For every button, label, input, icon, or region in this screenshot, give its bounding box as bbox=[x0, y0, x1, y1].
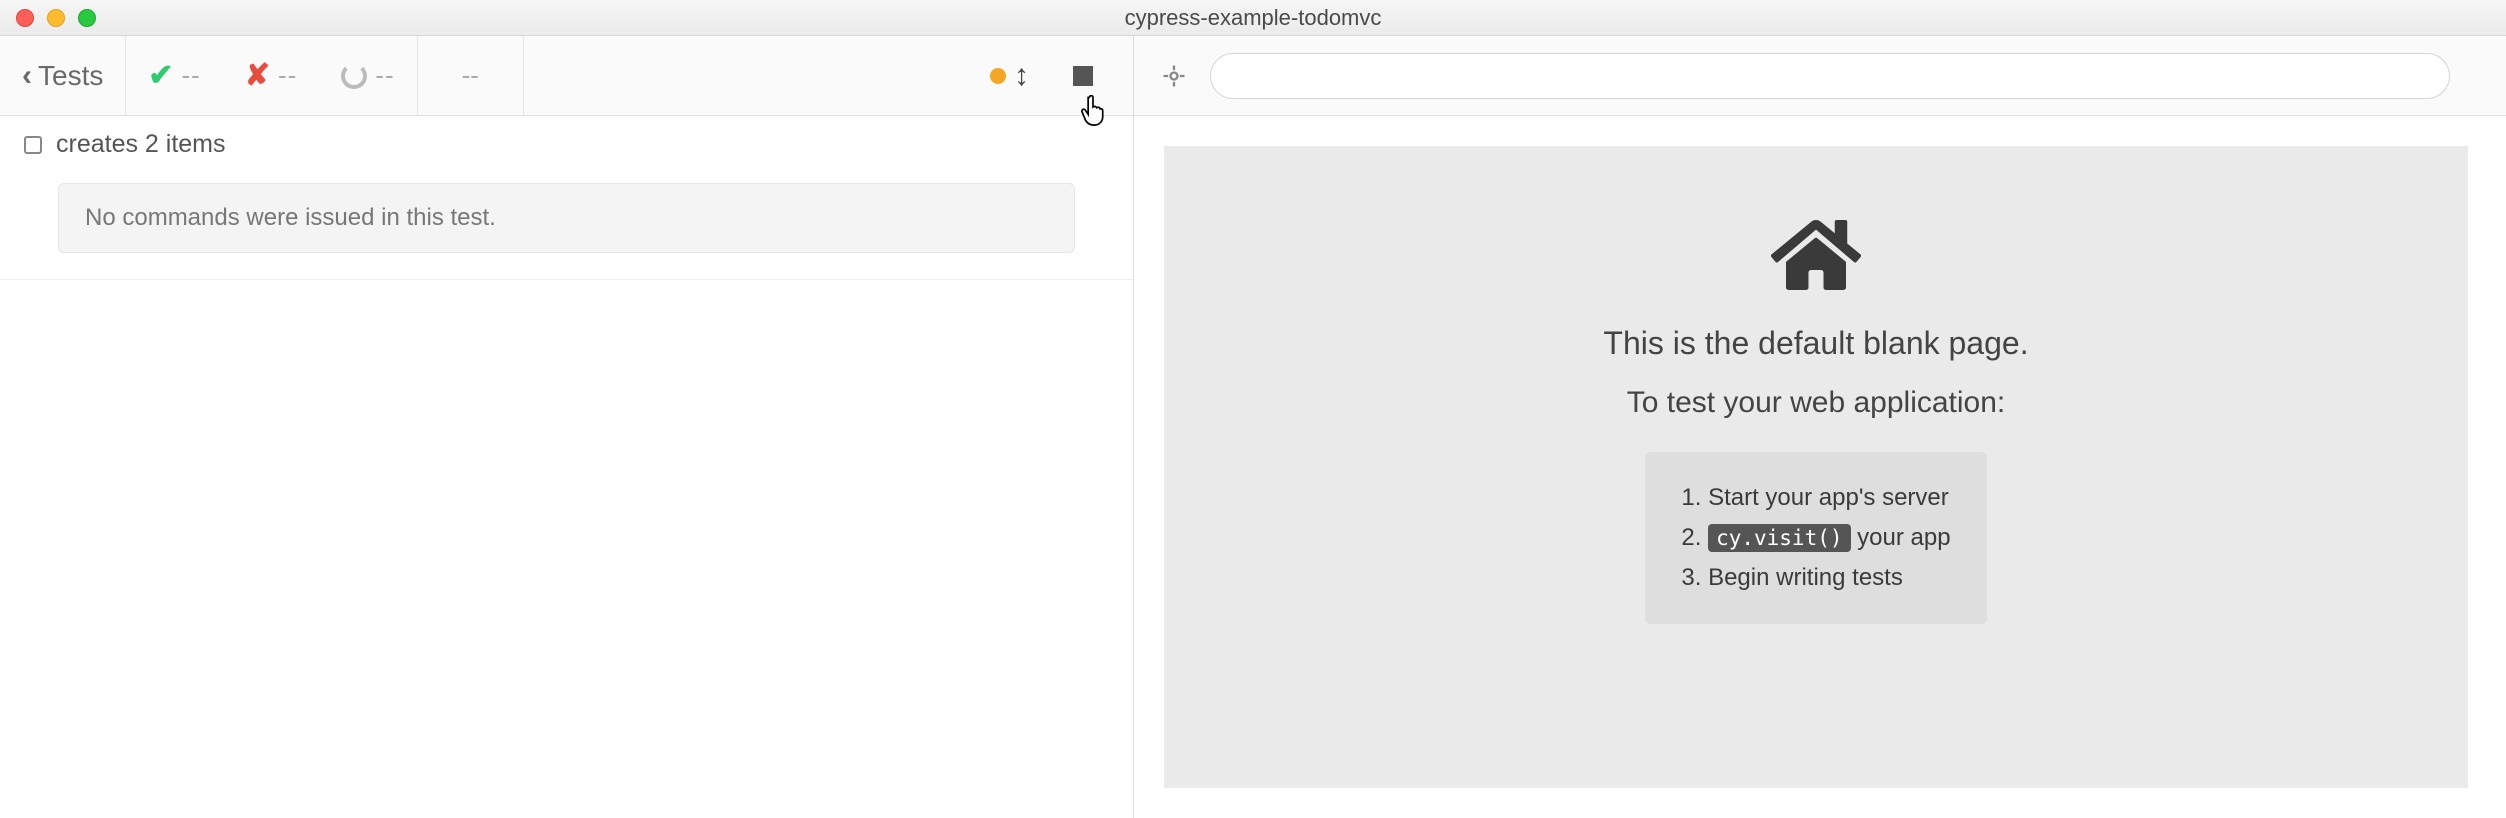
blank-page-title: This is the default blank page. bbox=[1603, 325, 2028, 362]
duration-stat: -- bbox=[440, 60, 501, 91]
failed-count: -- bbox=[278, 60, 297, 91]
aut-preview-blank: This is the default blank page. To test … bbox=[1164, 146, 2468, 788]
code-snippet: cy.visit() bbox=[1708, 524, 1850, 552]
home-icon bbox=[1771, 210, 1861, 305]
no-commands-message: No commands were issued in this test. bbox=[58, 183, 1075, 253]
spinner-icon bbox=[341, 63, 367, 89]
blank-page-step: cy.visit() your app bbox=[1681, 518, 1950, 558]
up-down-arrow-icon: ↕ bbox=[1014, 59, 1029, 93]
command-log-panel: ‹ Tests ✔ -- ✘ -- -- -- bbox=[0, 36, 1134, 818]
close-window-button[interactable] bbox=[16, 9, 34, 27]
aut-url-input[interactable] bbox=[1210, 53, 2450, 99]
window-title: cypress-example-todomvc bbox=[1125, 5, 1382, 31]
test-title: creates 2 items bbox=[56, 130, 226, 159]
back-to-tests-label: Tests bbox=[38, 60, 103, 92]
aut-url-bar bbox=[1134, 36, 2506, 116]
minimize-window-button[interactable] bbox=[47, 9, 65, 27]
failed-stat: ✘ -- bbox=[223, 58, 319, 93]
selector-playground-button[interactable] bbox=[1160, 62, 1188, 90]
reporter-toolbar: ‹ Tests ✔ -- ✘ -- -- -- bbox=[0, 36, 1133, 116]
traffic-lights bbox=[16, 9, 96, 27]
back-to-tests-button[interactable]: ‹ Tests bbox=[22, 59, 103, 93]
passed-stat: ✔ -- bbox=[126, 58, 222, 93]
pending-stat: -- bbox=[319, 60, 416, 91]
test-row[interactable]: creates 2 items bbox=[0, 116, 1133, 173]
auto-scroll-toggle[interactable]: ↕ bbox=[990, 59, 1029, 93]
window-titlebar: cypress-example-todomvc bbox=[0, 0, 2506, 36]
check-icon: ✔ bbox=[148, 58, 173, 93]
aut-panel: This is the default blank page. To test … bbox=[1134, 36, 2506, 818]
amber-dot-icon bbox=[990, 68, 1006, 84]
blank-page-subtitle: To test your web application: bbox=[1627, 386, 2006, 420]
cross-icon: ✘ bbox=[245, 58, 270, 93]
passed-count: -- bbox=[182, 60, 201, 91]
divider bbox=[0, 279, 1133, 280]
stop-button[interactable] bbox=[1073, 66, 1093, 86]
chevron-left-icon: ‹ bbox=[22, 59, 32, 93]
maximize-window-button[interactable] bbox=[78, 9, 96, 27]
blank-page-step: Begin writing tests bbox=[1681, 558, 1950, 598]
blank-page-steps: Start your app's servercy.visit() your a… bbox=[1645, 452, 1986, 624]
pending-count: -- bbox=[375, 60, 394, 91]
blank-page-step: Start your app's server bbox=[1681, 478, 1950, 518]
test-status-pending-icon bbox=[24, 136, 42, 154]
